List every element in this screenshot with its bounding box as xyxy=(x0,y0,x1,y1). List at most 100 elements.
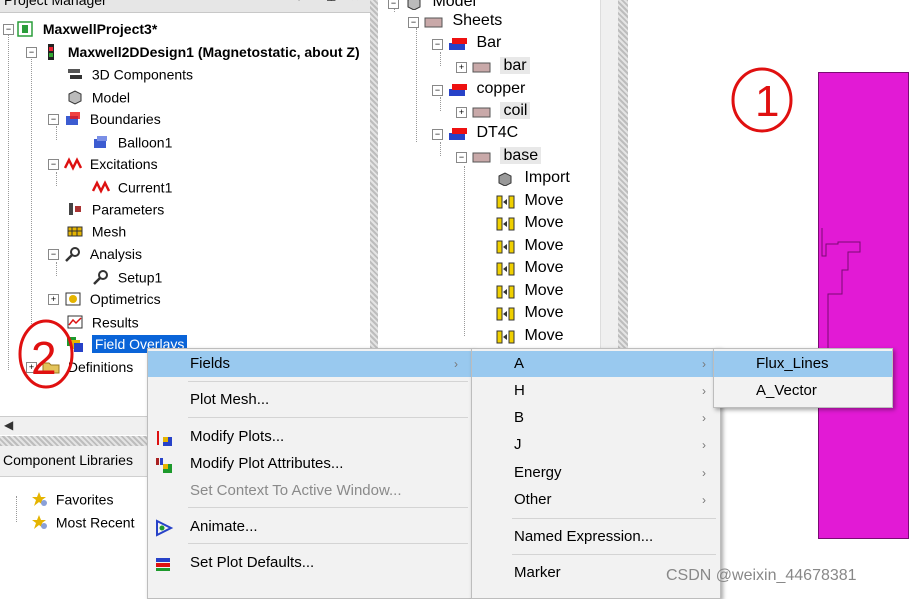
model-tree-item-import[interactable]: Import xyxy=(496,167,570,189)
component-libraries-title: Component Libraries xyxy=(3,452,133,468)
model-tree-item-move[interactable]: Move xyxy=(496,280,564,302)
submenu-item-b[interactable]: B › xyxy=(472,405,720,431)
submenu-item-a[interactable]: A › xyxy=(472,351,720,377)
annotation-circle-1: 1 xyxy=(731,67,793,133)
menu-item-modify-plots[interactable]: Modify Plots... xyxy=(148,424,472,450)
submenu-item-named-expression[interactable]: Named Expression... xyxy=(472,524,720,550)
current-icon xyxy=(91,179,111,195)
model-tree-item-copper-group[interactable]: − copper xyxy=(432,78,525,100)
menu-item-label: Animate... xyxy=(190,518,258,535)
tree-label: Results xyxy=(91,314,139,331)
menu-item-label: A_Vector xyxy=(756,382,817,399)
tree-item-analysis[interactable]: − Analysis xyxy=(48,243,142,263)
model-tree-item-coil[interactable]: + coil xyxy=(456,100,531,122)
move-icon xyxy=(496,329,516,344)
import-icon xyxy=(496,171,516,187)
submenu-arrow-icon: › xyxy=(702,466,706,480)
tree-item-excitations[interactable]: − Excitations xyxy=(48,153,158,173)
model-tree-item-base[interactable]: − base xyxy=(456,145,542,167)
submenu-item-a-vector[interactable]: A_Vector xyxy=(714,378,892,404)
tree-label: Parameters xyxy=(91,201,165,218)
tree-item-boundaries[interactable]: − Boundaries xyxy=(48,108,161,128)
submenu-arrow-icon: › xyxy=(702,438,706,452)
tree-label: Excitations xyxy=(89,156,158,173)
tree-item-optimetrics[interactable]: + Optimetrics xyxy=(48,288,161,308)
submenu-item-h[interactable]: H › xyxy=(472,378,720,404)
pin-icon[interactable]: ⊥ xyxy=(326,0,336,4)
model-tree-item-bar[interactable]: + bar xyxy=(456,55,530,77)
tree-label: Move xyxy=(524,192,564,209)
menu-item-set-plot-defaults[interactable]: Set Plot Defaults... xyxy=(148,550,472,576)
tree-item-current1[interactable]: Current1 xyxy=(91,176,173,196)
tree-label: Import xyxy=(524,169,570,186)
submenu-item-flux-lines[interactable]: Flux_Lines xyxy=(714,351,892,377)
library-item-most-recent[interactable]: Most Recent xyxy=(30,511,134,531)
menu-item-label: Fields xyxy=(190,355,231,372)
menu-item-label: J xyxy=(514,436,522,453)
model-tree-item-sheets[interactable]: − Sheets xyxy=(408,10,502,32)
model-tree-item-move[interactable]: Move xyxy=(496,325,564,347)
analysis-icon xyxy=(64,246,82,263)
components-icon xyxy=(66,66,84,82)
tree-item-balloon1[interactable]: Balloon1 xyxy=(92,131,172,151)
dropdown-icon[interactable]: ▾ xyxy=(296,0,302,4)
tree-label: Mesh xyxy=(91,223,127,240)
tree-label: Move xyxy=(524,237,564,254)
model-tree-item-move[interactable]: Move xyxy=(496,212,564,234)
tree-label: Model xyxy=(91,89,131,106)
most-recent-icon xyxy=(30,514,48,530)
tree-item-mesh[interactable]: Mesh xyxy=(66,220,126,240)
sheet-icon xyxy=(424,14,444,28)
scroll-left-icon[interactable]: ◀ xyxy=(4,418,13,432)
tree-item-setup1[interactable]: Setup1 xyxy=(92,266,162,286)
tree-item-design[interactable]: − Maxwell2DDesign1 (Magnetostatic, about… xyxy=(26,41,360,61)
tree-label: Bar xyxy=(476,34,502,51)
submenu-item-energy[interactable]: Energy › xyxy=(472,460,720,486)
menu-item-plot-mesh[interactable]: Plot Mesh... xyxy=(148,387,472,413)
tree-label: Sheets xyxy=(452,12,503,29)
menu-item-fields[interactable]: Fields › xyxy=(148,351,472,377)
tree-label: Current1 xyxy=(117,179,173,196)
menu-item-label: Named Expression... xyxy=(514,528,654,545)
menu-item-label: Flux_Lines xyxy=(756,355,829,372)
tree-label: Move xyxy=(524,327,564,344)
move-icon xyxy=(496,284,516,299)
tree-label: copper xyxy=(476,80,526,97)
menu-item-label: Plot Mesh... xyxy=(190,391,270,408)
tree-item-parameters[interactable]: Parameters xyxy=(66,198,164,218)
menu-item-label: Set Context To Active Window... xyxy=(190,482,402,499)
project-manager-title-bar: Project Manager ▾ ⊥ ✕ xyxy=(0,0,370,13)
menu-item-modify-plot-attributes[interactable]: Modify Plot Attributes... xyxy=(148,451,472,477)
model-tree-item-move[interactable]: Move xyxy=(496,302,564,324)
tree-label: Most Recent xyxy=(55,514,135,531)
optimetrics-icon xyxy=(64,291,82,307)
sheet-icon xyxy=(472,59,492,73)
tree-item-3d-components[interactable]: 3D Components xyxy=(66,63,193,83)
model-tree-item-bar-group[interactable]: − Bar xyxy=(432,32,501,54)
close-icon[interactable]: ✕ xyxy=(350,0,360,4)
tree-label: Optimetrics xyxy=(89,291,161,308)
model-tree-item-move[interactable]: Move xyxy=(496,235,564,257)
menu-item-label: Set Plot Defaults... xyxy=(190,554,315,571)
model-tree-item-move[interactable]: Move xyxy=(496,257,564,279)
submenu-item-j[interactable]: J › xyxy=(472,432,720,458)
tree-label: Move xyxy=(524,214,564,231)
submenu-arrow-icon: › xyxy=(454,357,458,371)
model-tree-item-dt4c-group[interactable]: − DT4C xyxy=(432,122,518,144)
model-tree-item-move[interactable]: Move xyxy=(496,190,564,212)
context-menu: Fields › Plot Mesh... Modify Plots... Mo… xyxy=(147,348,473,599)
submenu-item-other[interactable]: Other › xyxy=(472,487,720,513)
design-icon xyxy=(42,44,60,61)
library-item-favorites[interactable]: Favorites xyxy=(30,488,113,508)
a-submenu: Flux_Lines A_Vector xyxy=(713,348,893,408)
menu-item-animate[interactable]: Animate... xyxy=(148,514,472,540)
model-icon xyxy=(404,0,424,11)
design-label: Maxwell2DDesign1 (Magnetostatic, about Z… xyxy=(67,44,360,61)
menu-item-set-context-disabled: Set Context To Active Window... xyxy=(148,478,472,504)
parameters-icon xyxy=(66,201,84,217)
tree-item-project[interactable]: − MaxwellProject3* xyxy=(3,18,157,38)
tree-item-model[interactable]: Model xyxy=(66,86,130,106)
excitations-icon xyxy=(63,156,83,172)
tree-label: Balloon1 xyxy=(117,134,173,151)
menu-item-label: Other xyxy=(514,491,552,508)
